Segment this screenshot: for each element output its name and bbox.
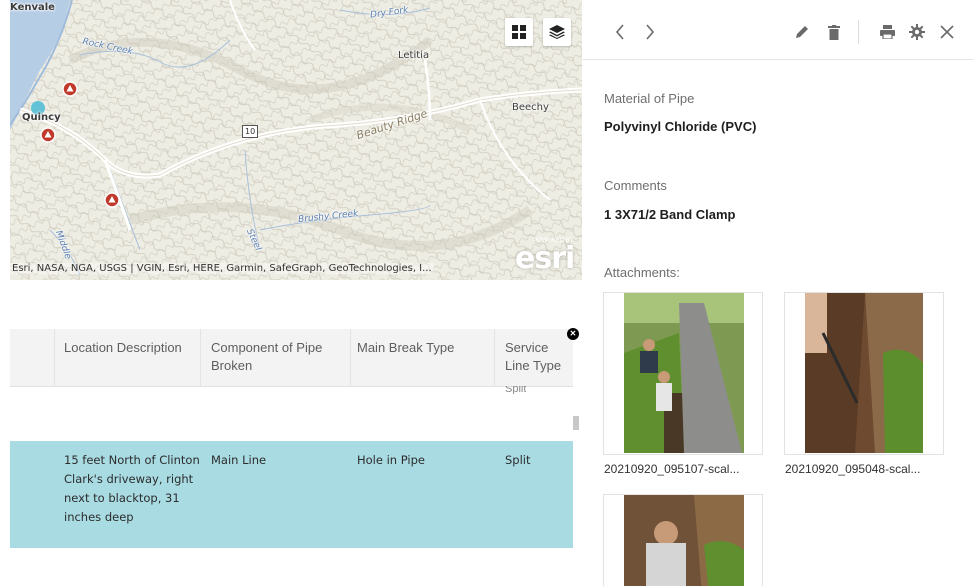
delete-button[interactable] bbox=[824, 22, 844, 42]
attachment-photo bbox=[805, 293, 923, 453]
partial-row-text: Split bbox=[505, 386, 527, 394]
column-header-break-type[interactable]: Main Break Type bbox=[357, 339, 487, 357]
column-header-service-line-text: Service Line Type bbox=[505, 340, 562, 373]
place-label-beechy: Beechy bbox=[512, 102, 549, 113]
table-row-selected[interactable]: 15 feet North of Clinton Clark's drivewa… bbox=[10, 441, 573, 548]
previous-feature-button[interactable] bbox=[610, 22, 630, 42]
attachment-photo bbox=[624, 495, 744, 586]
print-icon bbox=[879, 25, 895, 39]
field-value-comments: 1 3X71/2 Band Clamp bbox=[604, 207, 736, 222]
chevron-left-icon bbox=[615, 24, 624, 40]
layers-icon bbox=[549, 25, 565, 39]
gear-icon bbox=[909, 24, 925, 40]
attachment-filename[interactable]: 20210920_095107-scal... bbox=[604, 462, 739, 476]
incident-marker[interactable] bbox=[104, 192, 120, 208]
attachment-thumbnail[interactable] bbox=[784, 292, 944, 455]
popup-toolbar bbox=[582, 0, 973, 60]
basemap-gallery-icon bbox=[512, 25, 526, 39]
field-label-material: Material of Pipe bbox=[604, 91, 695, 106]
close-panel-button[interactable] bbox=[937, 22, 957, 42]
place-label-quincy: Quincy bbox=[22, 112, 61, 123]
chevron-right-icon bbox=[646, 24, 655, 40]
column-divider[interactable] bbox=[350, 329, 351, 387]
print-button[interactable] bbox=[877, 22, 897, 42]
place-label-letitia: Letitia bbox=[398, 50, 430, 61]
settings-button[interactable] bbox=[907, 22, 927, 42]
cell-break-type: Hole in Pipe bbox=[357, 453, 426, 467]
column-header-component[interactable]: Component of Pipe Broken bbox=[211, 339, 346, 375]
field-label-comments: Comments bbox=[604, 178, 667, 193]
basemap-gallery-button[interactable] bbox=[505, 18, 533, 46]
attachment-thumbnail[interactable] bbox=[603, 494, 763, 586]
attachment-photo bbox=[624, 293, 744, 453]
edit-button[interactable] bbox=[792, 22, 812, 42]
close-table-icon[interactable]: ✕ bbox=[567, 328, 579, 340]
next-feature-button[interactable] bbox=[640, 22, 660, 42]
column-divider[interactable] bbox=[200, 329, 201, 387]
field-value-material: Polyvinyl Chloride (PVC) bbox=[604, 119, 757, 134]
incident-marker[interactable] bbox=[40, 127, 56, 143]
toolbar-separator bbox=[858, 20, 859, 44]
attachment-thumbnail[interactable] bbox=[603, 292, 763, 455]
map-attribution[interactable]: Esri, NASA, NGA, USGS | VGIN, Esri, HERE… bbox=[10, 263, 434, 274]
column-header-location[interactable]: Location Description bbox=[64, 339, 184, 357]
column-divider[interactable] bbox=[54, 329, 55, 387]
cell-location: 15 feet North of Clinton Clark's drivewa… bbox=[64, 453, 200, 524]
attachment-filename[interactable]: 20210920_095048-scal... bbox=[785, 462, 920, 476]
place-label-kenvale: Kenvale bbox=[10, 2, 55, 13]
route-shield-10: 10 bbox=[242, 125, 259, 138]
feature-popup-panel: Material of Pipe Polyvinyl Chloride (PVC… bbox=[582, 0, 973, 586]
esri-logo[interactable]: esri bbox=[515, 241, 575, 276]
cell-component: Main Line bbox=[211, 453, 267, 467]
table-header: Location Description Component of Pipe B… bbox=[10, 329, 573, 387]
vertical-scrollbar[interactable] bbox=[573, 416, 579, 430]
pencil-icon bbox=[796, 26, 808, 38]
map-view[interactable]: Kenvale Quincy Letitia Beechy Rock Creek… bbox=[10, 0, 582, 280]
feature-table: Location Description Component of Pipe B… bbox=[10, 286, 582, 586]
trash-icon bbox=[828, 24, 840, 40]
cell-service-line: Split bbox=[505, 453, 531, 467]
layer-list-button[interactable] bbox=[543, 18, 571, 46]
column-header-service-line[interactable]: Service Line Type bbox=[505, 339, 573, 379]
column-divider[interactable] bbox=[494, 329, 495, 387]
close-icon bbox=[940, 25, 954, 39]
incident-marker[interactable] bbox=[62, 81, 78, 97]
attachments-label: Attachments: bbox=[604, 265, 680, 280]
